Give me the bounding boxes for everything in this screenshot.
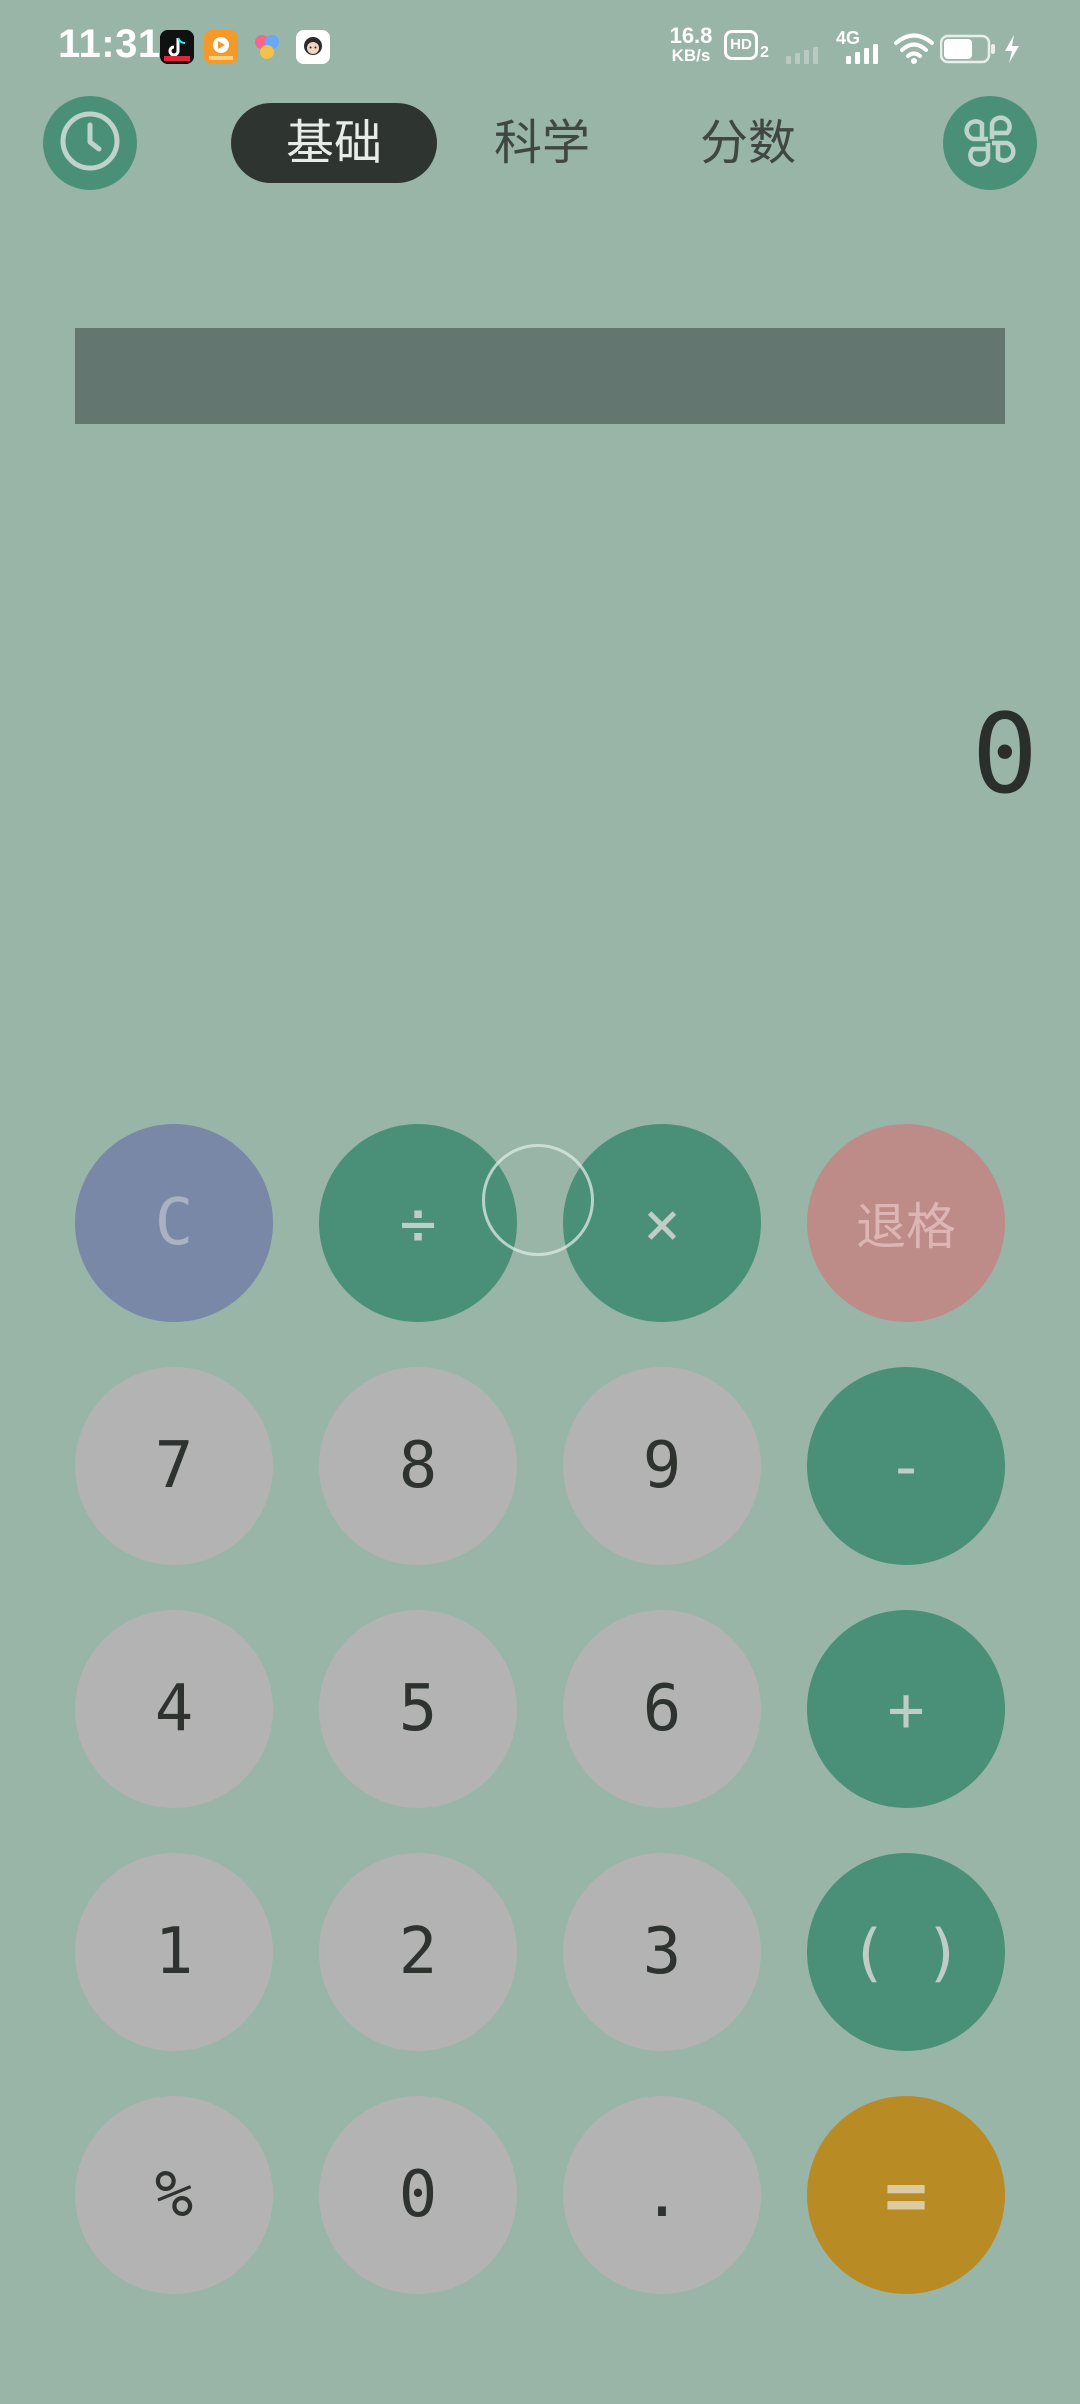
network-speed-unit: KB/s [671,46,711,65]
tab-scientific[interactable]: 科学 [439,103,645,183]
backspace-button[interactable]: 退格 [807,1124,1005,1322]
digit-3-button[interactable]: 3 [563,1853,761,2051]
hd-badge: HD [724,30,758,60]
equals-button[interactable]: = [807,2096,1005,2294]
divide-button[interactable]: ÷ [319,1124,517,1322]
tiktok-icon [160,30,194,64]
digit-1-button[interactable]: 1 [75,1853,273,2051]
history-button[interactable] [43,96,137,190]
digit-6-button[interactable]: 6 [563,1610,761,1808]
battery-icon [939,34,996,68]
tab-basic[interactable]: 基础 [231,103,437,183]
network-speed: 16.8 KB/s [666,23,716,66]
result-display: 0 [971,690,1038,818]
clear-button[interactable]: C [75,1124,273,1322]
digit-9-button[interactable]: 9 [563,1367,761,1565]
decimal-point-button[interactable]: . [563,2096,761,2294]
signal-icon [786,44,826,68]
digit-2-button[interactable]: 2 [319,1853,517,2051]
status-time: 11:31 [58,22,161,66]
status-bar: 11:31 16.8 KB/s HD 2 4G [0,0,1080,96]
charging-icon [1002,34,1022,68]
subtract-button[interactable]: - [807,1367,1005,1565]
avatar-app-icon [296,30,330,64]
parentheses-button[interactable]: ( ) [807,1853,1005,2051]
wifi-icon [894,32,934,68]
clock-icon [57,108,123,178]
digit-7-button[interactable]: 7 [75,1367,273,1565]
add-button[interactable]: + [807,1610,1005,1808]
digit-5-button[interactable]: 5 [319,1610,517,1808]
tab-fraction[interactable]: 分数 [645,103,851,183]
network-speed-value: 16.8 [669,23,713,48]
digit-4-button[interactable]: 4 [75,1610,273,1808]
menu-button[interactable] [943,96,1037,190]
signal-4g-icon [846,40,886,68]
four-petal-icon [957,108,1023,178]
percent-button[interactable]: % [75,2096,273,2294]
digit-0-button[interactable]: 0 [319,2096,517,2294]
digit-8-button[interactable]: 8 [319,1367,517,1565]
expression-input[interactable] [75,328,1005,424]
video-app-icon [204,30,238,64]
multiply-button[interactable]: × [563,1124,761,1322]
hd-badge-sub: 2 [760,44,769,61]
browser-app-icon [250,30,284,64]
